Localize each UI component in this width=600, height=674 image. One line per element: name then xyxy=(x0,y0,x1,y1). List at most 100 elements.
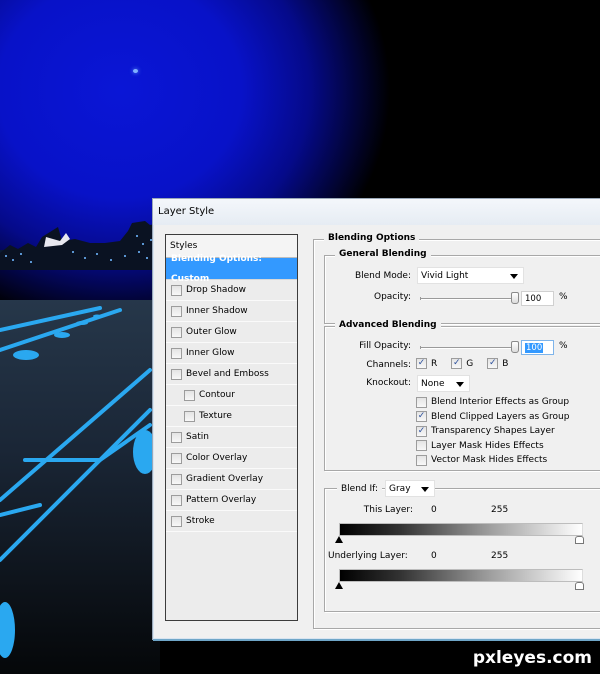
style-item-color-overlay[interactable]: Color Overlay xyxy=(166,448,297,469)
dialog-titlebar[interactable]: Layer Style xyxy=(153,199,600,225)
style-item-label: Inner Shadow xyxy=(186,306,248,316)
option-transparency-shapes-layer[interactable]: ✓ Transparency Shapes Layer xyxy=(416,424,569,439)
opacity-input[interactable]: 100 xyxy=(521,291,554,306)
channel-label: G xyxy=(466,358,474,369)
option-label: Blend Interior Effects as Group xyxy=(431,397,570,408)
fill-opacity-slider-thumb[interactable] xyxy=(511,341,519,353)
option-label: Blend Clipped Layers as Group xyxy=(431,411,570,422)
blend-if-label: Blend If: xyxy=(337,484,383,494)
fill-opacity-input[interactable]: 100 xyxy=(521,340,554,355)
style-item-label: Inner Glow xyxy=(186,348,235,358)
checkbox[interactable]: ✓ xyxy=(487,358,499,369)
style-item-texture[interactable]: Texture xyxy=(166,406,297,427)
fill-opacity-slider-tick xyxy=(420,346,421,349)
style-item-label: Bevel and Emboss xyxy=(186,369,269,379)
advanced-blending-title: Advanced Blending xyxy=(335,320,441,330)
checkbox[interactable]: ✓ xyxy=(416,411,427,423)
checkbox[interactable] xyxy=(171,368,182,380)
checkbox[interactable]: ✓ xyxy=(416,358,427,369)
style-item-gradient-overlay[interactable]: Gradient Overlay xyxy=(166,469,297,490)
channel-r[interactable]: ✓ R xyxy=(416,358,437,369)
style-item-inner-glow[interactable]: Inner Glow xyxy=(166,343,297,364)
blend-mode-value: Vivid Light xyxy=(421,271,469,281)
checkbox[interactable] xyxy=(184,389,195,401)
channels-label: Channels: xyxy=(366,360,411,370)
this-layer-gradient xyxy=(339,523,583,536)
checkbox[interactable] xyxy=(416,454,427,466)
checkbox[interactable] xyxy=(171,347,182,359)
option-blend-interior-effects-as-group[interactable]: Blend Interior Effects as Group xyxy=(416,395,569,410)
option-layer-mask-hides-effects[interactable]: Layer Mask Hides Effects xyxy=(416,439,569,454)
checkbox[interactable] xyxy=(171,326,182,338)
style-item-label: Satin xyxy=(186,432,209,442)
checkbox[interactable] xyxy=(171,473,182,485)
underlying-layer-low: 0 xyxy=(431,551,437,561)
checkbox[interactable]: ✓ xyxy=(416,425,427,437)
general-blending-title: General Blending xyxy=(335,249,431,259)
blend-if-group: Blend If: Gray This Layer: 0 255 Underly… xyxy=(324,480,600,612)
channels-group: ✓ R ✓ G ✓ B xyxy=(416,358,522,369)
fill-opacity-slider-track[interactable] xyxy=(420,347,515,349)
fill-opacity-label: Fill Opacity: xyxy=(359,341,411,351)
style-item-inner-shadow[interactable]: Inner Shadow xyxy=(166,301,297,322)
checkbox[interactable] xyxy=(171,494,182,506)
style-item-outer-glow[interactable]: Outer Glow xyxy=(166,322,297,343)
style-item-bevel-and-emboss[interactable]: Bevel and Emboss xyxy=(166,364,297,385)
this-layer-black-slider[interactable] xyxy=(335,536,343,543)
option-label: Transparency Shapes Layer xyxy=(431,426,555,437)
opacity-slider-track[interactable] xyxy=(420,298,515,300)
city-skyline xyxy=(0,221,160,270)
blend-mode-select[interactable]: Vivid Light xyxy=(417,267,524,284)
checkbox[interactable]: ✓ xyxy=(451,358,463,369)
style-item-stroke[interactable]: Stroke xyxy=(166,511,297,532)
channel-b[interactable]: ✓ B xyxy=(487,358,508,369)
underlying-layer-gradient xyxy=(339,569,583,582)
fill-opacity-value: 100 xyxy=(525,343,544,353)
watermark: pxleyes.com xyxy=(472,648,592,668)
chevron-down-icon xyxy=(510,274,518,279)
checkbox[interactable] xyxy=(171,431,182,443)
checkbox[interactable] xyxy=(416,396,427,408)
underlying-layer-black-slider[interactable] xyxy=(335,582,343,589)
checkbox[interactable] xyxy=(171,452,182,464)
opacity-slider-tick xyxy=(420,297,421,300)
style-item-label: Drop Shadow xyxy=(186,285,247,295)
knockout-label: Knockout: xyxy=(366,378,411,388)
style-item-pattern-overlay[interactable]: Pattern Overlay xyxy=(166,490,297,511)
advanced-options-list: Blend Interior Effects as Group ✓ Blend Cl… xyxy=(416,395,569,468)
checkbox[interactable] xyxy=(171,305,182,317)
style-item-blending-options-custom[interactable]: Blending Options: Custom xyxy=(166,254,297,284)
option-vector-mask-hides-effects[interactable]: Vector Mask Hides Effects xyxy=(416,453,569,468)
blend-if-select[interactable]: Gray xyxy=(385,480,435,497)
opacity-unit: % xyxy=(559,292,568,302)
blend-mode-label: Blend Mode: xyxy=(354,271,411,281)
advanced-blending-group: Advanced Blending Fill Opacity: 100 % Ch… xyxy=(324,320,600,471)
channel-g[interactable]: ✓ G xyxy=(451,358,473,369)
knockout-select[interactable]: None xyxy=(417,375,470,392)
fill-opacity-unit: % xyxy=(559,341,568,351)
style-item-satin[interactable]: Satin xyxy=(166,427,297,448)
dialog-bottom-edge xyxy=(153,639,600,641)
opacity-slider-thumb[interactable] xyxy=(511,292,519,304)
style-item-label: Pattern Overlay xyxy=(186,495,257,505)
styles-panel: Styles Blending Options: Custom Drop Shad… xyxy=(165,234,298,621)
checkbox[interactable] xyxy=(416,440,427,452)
checkbox[interactable] xyxy=(171,284,182,296)
this-layer-white-slider[interactable] xyxy=(575,536,584,544)
style-item-label: Texture xyxy=(199,411,232,421)
style-item-contour[interactable]: Contour xyxy=(166,385,297,406)
checkbox[interactable] xyxy=(184,410,195,422)
knockout-value: None xyxy=(421,379,445,389)
this-layer-low: 0 xyxy=(431,505,437,515)
underlying-layer-white-slider[interactable] xyxy=(575,582,584,590)
dialog-title: Layer Style xyxy=(158,206,215,217)
checkbox[interactable] xyxy=(171,515,182,527)
option-blend-clipped-layers-as-group[interactable]: ✓ Blend Clipped Layers as Group xyxy=(416,410,569,425)
underlying-layer-high: 255 xyxy=(491,551,509,561)
option-label: Layer Mask Hides Effects xyxy=(431,440,544,451)
chevron-down-icon xyxy=(421,487,429,492)
neon-road-lines xyxy=(0,306,157,658)
style-item-label: Color Overlay xyxy=(186,453,248,463)
styles-list: Blending Options: Custom Drop Shadow Inner… xyxy=(166,254,297,532)
style-item-label: Contour xyxy=(199,390,235,400)
